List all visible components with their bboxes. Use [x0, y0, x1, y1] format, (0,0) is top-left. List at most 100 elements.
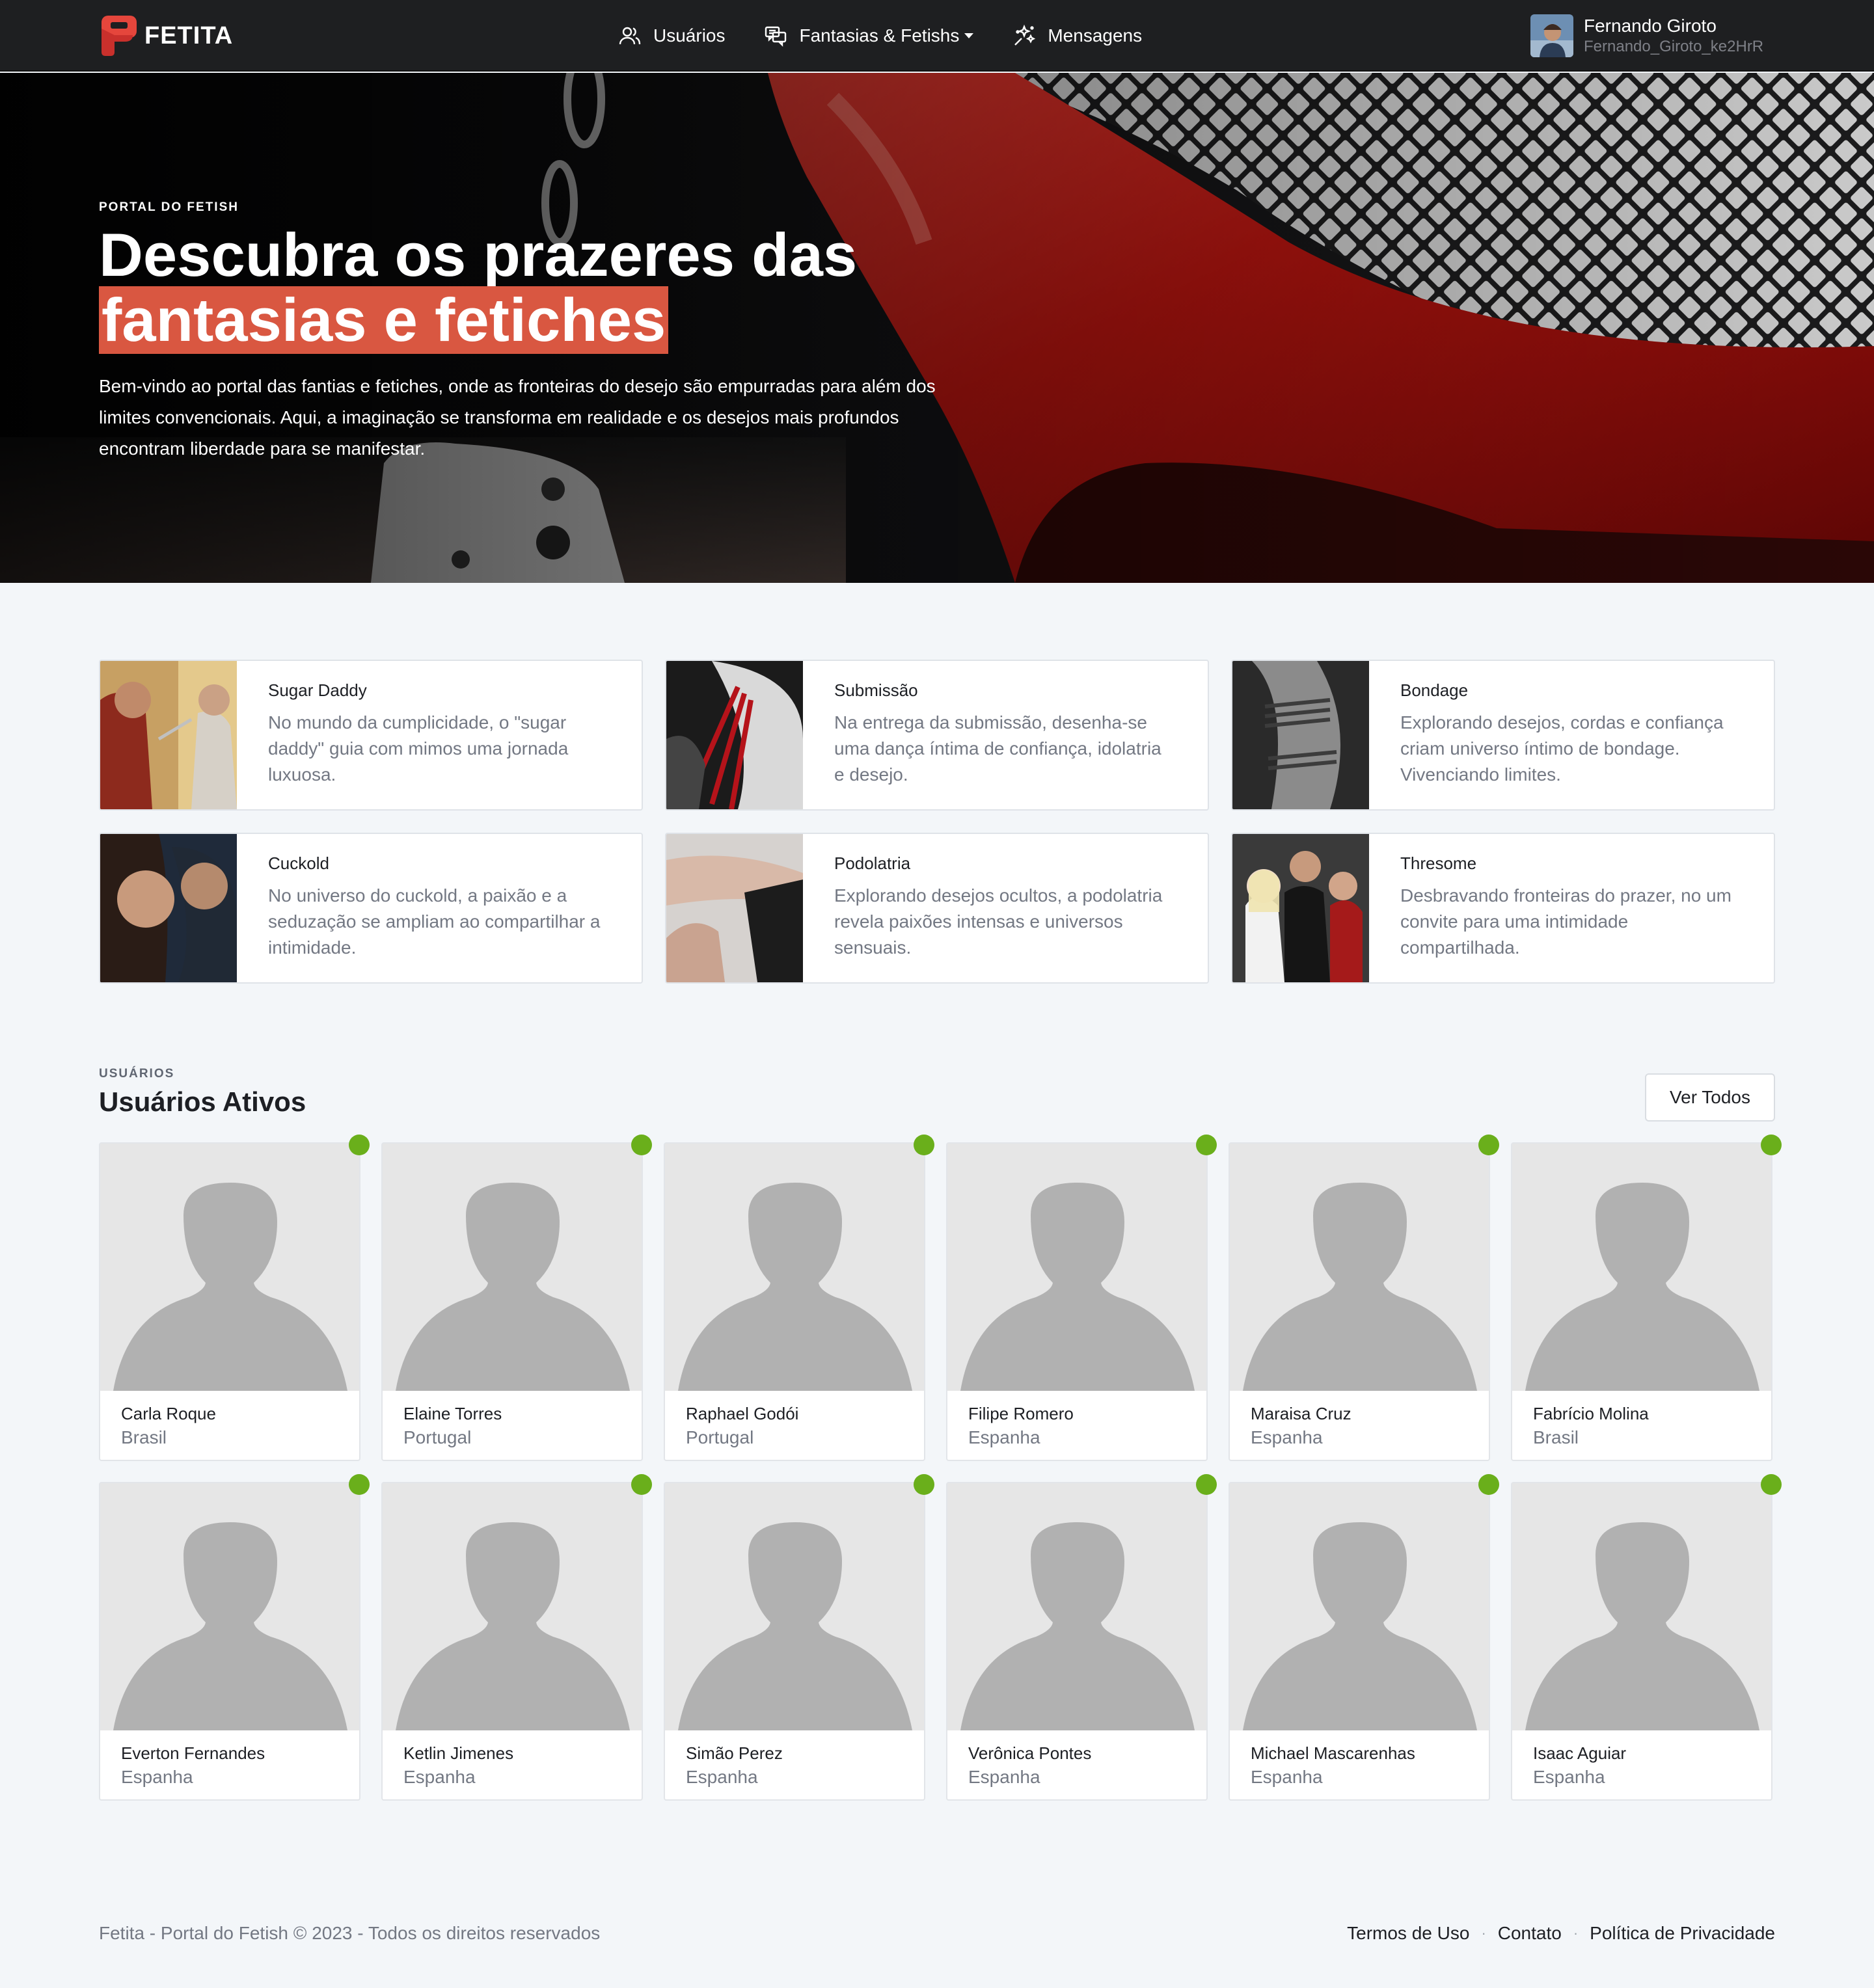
user-card-country: Espanha — [968, 1427, 1040, 1447]
online-status-dot — [349, 1474, 370, 1495]
user-card-name: Verônica Pontes — [968, 1743, 1092, 1763]
brand-logo-icon — [102, 16, 137, 56]
footer-copyright: Fetita - Portal do Fetish © 2023 - Todos… — [99, 1923, 601, 1943]
brand-name: FETITA — [144, 21, 234, 49]
user-card[interactable]: Maraisa Cruz Espanha — [1229, 1135, 1499, 1461]
user-card-name: Raphael Godói — [686, 1404, 799, 1423]
category-description: Explorando desejos, cordas e confiança c… — [1400, 712, 1724, 785]
category-card-cuckold[interactable]: Cuckold No universo do cuckold, a paixão… — [99, 833, 643, 984]
view-all-users-button[interactable]: Ver Todos — [1645, 1073, 1775, 1122]
category-card-bondage[interactable]: Bondage Explorando desejos, cordas e con… — [1231, 660, 1775, 811]
user-card-country: Espanha — [1533, 1767, 1605, 1787]
user-card-country: Espanha — [403, 1767, 476, 1787]
user-card-name: Isaac Aguiar — [1533, 1743, 1627, 1763]
category-card-podolatria[interactable]: Podolatria Explorando desejos ocultos, a… — [665, 833, 1209, 984]
user-card-country: Portugal — [686, 1427, 754, 1447]
menu-item-fantasias[interactable]: Fantasias & Fetishs — [764, 24, 974, 47]
user-card[interactable]: Verônica Pontes Espanha — [946, 1474, 1217, 1801]
online-status-dot — [914, 1474, 934, 1495]
footer-link-contato[interactable]: Contato — [1498, 1923, 1562, 1944]
user-card[interactable]: Raphael Godói Portugal — [664, 1135, 934, 1461]
category-title: Submissão — [834, 680, 918, 700]
user-card-country: Espanha — [1251, 1427, 1323, 1447]
category-image — [666, 834, 803, 982]
user-avatar-placeholder — [1512, 1144, 1771, 1391]
user-card-country: Portugal — [403, 1427, 472, 1447]
user-card[interactable]: Michael Mascarenhas Espanha — [1229, 1474, 1499, 1801]
category-description: No mundo da cumplicidade, o "sugar daddy… — [268, 712, 569, 785]
chevron-down-icon — [964, 33, 974, 38]
user-card-name: Simão Perez — [686, 1743, 783, 1763]
hero-description: Bem-vindo ao portal das fantias e fetich… — [99, 376, 936, 459]
footer-link-privacidade[interactable]: Política de Privacidade — [1590, 1923, 1775, 1944]
footer-separator: · — [1481, 1925, 1486, 1941]
user-card[interactable]: Elaine Torres Portugal — [381, 1135, 652, 1461]
online-status-dot — [349, 1135, 370, 1155]
online-status-dot — [1478, 1474, 1499, 1495]
user-avatar-placeholder — [947, 1144, 1206, 1391]
user-avatar-placeholder — [383, 1483, 642, 1730]
user-card-country: Brasil — [121, 1427, 167, 1447]
menu-item-label: Mensagens — [1048, 25, 1143, 46]
online-status-dot — [631, 1135, 652, 1155]
user-card-name: Elaine Torres — [403, 1404, 502, 1423]
category-title: Cuckold — [268, 853, 329, 873]
main-menu: Usuários Fantasias & Fetishs Mensagens — [618, 0, 1181, 72]
online-status-dot — [1761, 1135, 1782, 1155]
hero-title-line: Descubra os prazeres das — [99, 221, 858, 289]
sparkles-icon — [1014, 24, 1036, 46]
online-status-dot — [1196, 1474, 1217, 1495]
user-card-country: Espanha — [1251, 1767, 1323, 1787]
online-status-dot — [1478, 1135, 1499, 1155]
category-grid: Sugar Daddy No mundo da cumplicidade, o … — [99, 660, 1775, 984]
category-title: Thresome — [1400, 853, 1477, 873]
menu-item-mensagens[interactable]: Mensagens — [1012, 24, 1142, 47]
online-status-dot — [914, 1135, 934, 1155]
user-card-name: Maraisa Cruz — [1251, 1404, 1351, 1423]
footer-links: Termos de Uso · Contato · Política de Pr… — [1347, 1923, 1775, 1944]
category-title: Bondage — [1400, 680, 1469, 700]
user-card[interactable]: Everton Fernandes Espanha — [99, 1474, 370, 1801]
user-card[interactable]: Simão Perez Espanha — [664, 1474, 934, 1801]
brand-logo[interactable]: FETITA — [102, 16, 233, 56]
footer-separator: · — [1573, 1925, 1579, 1941]
category-title: Sugar Daddy — [268, 680, 367, 700]
user-card-country: Brasil — [1533, 1427, 1579, 1447]
category-description: Na entrega da submissão, desenha-se uma … — [834, 712, 1161, 785]
hero-title: Descubra os prazeres das fantasias e fet… — [99, 224, 1010, 354]
user-card-country: Espanha — [686, 1767, 758, 1787]
user-card-name: Carla Roque — [121, 1404, 216, 1423]
user-card[interactable]: Isaac Aguiar Espanha — [1511, 1474, 1782, 1801]
category-image — [1232, 834, 1369, 982]
category-image — [100, 834, 237, 982]
user-card[interactable]: Fabrício Molina Brasil — [1511, 1135, 1782, 1461]
user-card-country: Espanha — [121, 1767, 193, 1787]
user-menu[interactable]: Fernando Giroto Fernando_Giroto_ke2HrR — [1530, 14, 1763, 57]
user-card-name: Everton Fernandes — [121, 1743, 265, 1763]
users-icon — [619, 27, 641, 45]
menu-item-label: Usuários — [653, 25, 726, 46]
online-status-dot — [1196, 1135, 1217, 1155]
user-card[interactable]: Filipe Romero Espanha — [946, 1135, 1217, 1461]
avatar — [1530, 14, 1573, 57]
category-image — [100, 661, 237, 809]
category-description: Desbravando fronteiras do prazer, no um … — [1400, 885, 1731, 958]
footer-link-termos[interactable]: Termos de Uso — [1347, 1923, 1469, 1944]
category-card-submissao[interactable]: Submissão Na entrega da submissão, desen… — [665, 660, 1209, 811]
category-card-sugar-daddy[interactable]: Sugar Daddy No mundo da cumplicidade, o … — [99, 660, 643, 811]
user-avatar-placeholder — [100, 1483, 359, 1730]
users-section-title: Usuários Ativos — [99, 1086, 306, 1117]
user-name: Fernando Giroto — [1584, 16, 1717, 36]
category-image — [1232, 661, 1369, 809]
category-card-thresome[interactable]: Thresome Desbravando fronteiras do praze… — [1231, 833, 1775, 984]
menu-item-usuarios[interactable]: Usuários — [618, 24, 725, 47]
category-title: Podolatria — [834, 853, 911, 873]
user-avatar-placeholder — [665, 1144, 924, 1391]
hero-banner: PORTAL DO FETISH Descubra os prazeres da… — [0, 73, 1874, 583]
online-status-dot — [631, 1474, 652, 1495]
user-card-name: Ketlin Jimenes — [403, 1743, 514, 1763]
user-avatar-placeholder — [100, 1144, 359, 1391]
user-card[interactable]: Ketlin Jimenes Espanha — [381, 1474, 652, 1801]
user-card[interactable]: Carla Roque Brasil — [99, 1135, 370, 1461]
user-card-name: Fabrício Molina — [1533, 1404, 1649, 1423]
